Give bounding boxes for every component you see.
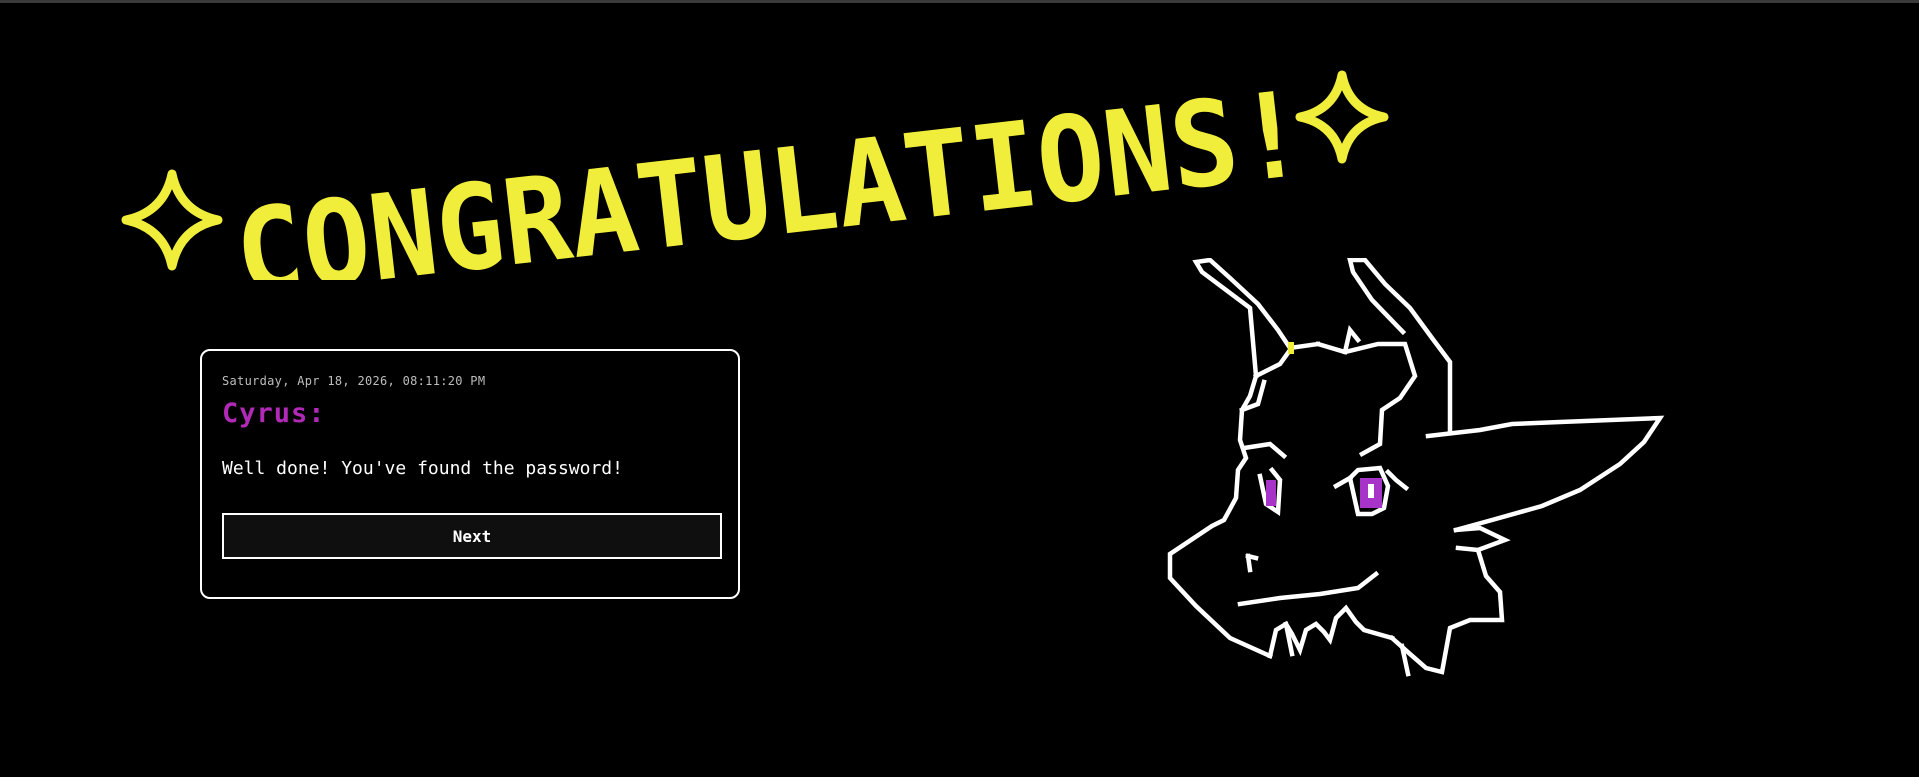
title-text: CONGRATULATIONS! bbox=[229, 64, 1313, 280]
speaker-name: Cyrus: bbox=[222, 398, 326, 429]
dragon-right-ear bbox=[1425, 415, 1665, 533]
dragon-illustration bbox=[1160, 258, 1670, 678]
dragon-highlight bbox=[1288, 342, 1294, 354]
dialog-message: Well done! You've found the password! bbox=[222, 458, 623, 479]
sparkle-left-icon bbox=[121, 169, 223, 271]
dragon-mouth bbox=[1237, 570, 1380, 607]
dragon-left-eye bbox=[1266, 480, 1276, 506]
window-top-edge bbox=[0, 0, 1919, 3]
congratulations-banner: CONGRATULATIONS! bbox=[120, 60, 1400, 280]
dragon-face-left bbox=[1167, 373, 1273, 659]
dragon-crest bbox=[1315, 341, 1418, 458]
dialog-timestamp: Saturday, Apr 18, 2026, 08:11:20 PM bbox=[222, 374, 486, 388]
sparkle-right-icon bbox=[1295, 70, 1389, 164]
next-button[interactable]: Next bbox=[222, 513, 722, 559]
dragon-left-horn bbox=[1192, 258, 1321, 379]
dialog-box: Saturday, Apr 18, 2026, 08:11:20 PM Cyru… bbox=[200, 349, 740, 599]
